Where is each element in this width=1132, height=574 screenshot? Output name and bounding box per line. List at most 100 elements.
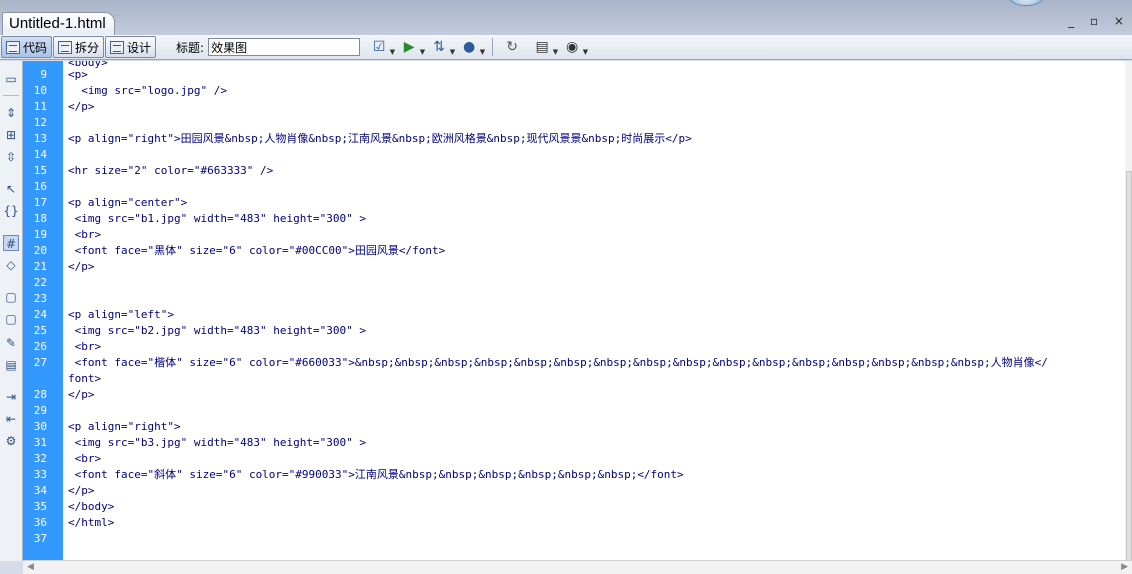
app-orb-icon bbox=[1008, 0, 1044, 6]
code-editor[interactable]: <body> <p> <img src="logo.jpg" /> </p> <p … bbox=[63, 61, 1125, 560]
line-number: 37 bbox=[33, 532, 47, 545]
code-line: <img src="b3.jpg" width="483" height="30… bbox=[68, 436, 367, 449]
code-line: </p> bbox=[68, 100, 95, 113]
line-number: 24 bbox=[33, 308, 47, 321]
scroll-right-icon[interactable]: ▶ bbox=[1121, 562, 1128, 572]
line-number: 29 bbox=[33, 404, 47, 417]
collapse-selection-icon[interactable]: ⊞ bbox=[3, 127, 19, 143]
line-number: 30 bbox=[33, 420, 47, 433]
code-line: font> bbox=[68, 372, 102, 385]
document-tab-bar: Untitled-1.html _ ▫ × bbox=[0, 0, 1132, 35]
line-number: 36 bbox=[33, 516, 47, 529]
vertical-scroll-thumb[interactable] bbox=[1126, 171, 1132, 561]
window-controls[interactable]: _ ▫ × bbox=[1068, 14, 1130, 28]
line-number: 31 bbox=[33, 436, 47, 449]
code-line: <font face="黑体" size="6" color="#00CC00"… bbox=[68, 244, 446, 257]
remove-comment-icon[interactable]: ▢ bbox=[3, 311, 19, 327]
code-line: <img src="logo.jpg" /> bbox=[68, 84, 227, 97]
toolbar-divider bbox=[492, 38, 494, 56]
line-number: 14 bbox=[33, 148, 47, 161]
browser-check-icon[interactable]: ● ▼ bbox=[458, 37, 485, 57]
code-line: <br> bbox=[68, 228, 102, 241]
code-line: <img src="b1.jpg" width="483" height="30… bbox=[68, 212, 367, 225]
document-tab[interactable]: Untitled-1.html bbox=[2, 12, 115, 35]
code-view-icon bbox=[6, 40, 20, 54]
line-number: 35 bbox=[33, 500, 47, 513]
title-input[interactable] bbox=[208, 38, 361, 56]
code-line: <br> bbox=[68, 452, 102, 465]
line-number: 16 bbox=[33, 180, 47, 193]
highlight-invalid-icon[interactable]: ◇ bbox=[3, 257, 19, 273]
validate-icon[interactable]: ☑ ▼ bbox=[368, 37, 395, 57]
line-number: 25 bbox=[33, 324, 47, 337]
scroll-left-icon[interactable]: ◀ bbox=[27, 562, 34, 572]
document-toolbar: 代码 拆分 设计 标题: ☑▼ ▶▼ ⇅▼ ●▼ ↻ ▤▼ ◉▼ bbox=[0, 35, 1132, 60]
line-number: 27 bbox=[33, 356, 47, 369]
line-number: 32 bbox=[33, 452, 47, 465]
code-line: <p align="center"> bbox=[68, 196, 188, 209]
split-view-label: 拆分 bbox=[75, 40, 100, 55]
indent-icon[interactable]: ⇥ bbox=[3, 389, 19, 405]
balance-braces-icon[interactable]: {} bbox=[3, 203, 19, 219]
open-documents-icon[interactable]: ▭ bbox=[3, 71, 19, 87]
code-line: <font face="斜体" size="6" color="#990033"… bbox=[68, 468, 684, 481]
wrap-tag-icon[interactable]: ✎ bbox=[3, 335, 19, 351]
line-number: 28 bbox=[33, 388, 47, 401]
code-line: </p> bbox=[68, 484, 95, 497]
horizontal-scrollbar[interactable]: ◀ ▶ bbox=[23, 560, 1132, 574]
line-number: 19 bbox=[33, 228, 47, 241]
toolbar-divider bbox=[3, 95, 19, 96]
expand-all-icon[interactable]: ⇳ bbox=[3, 149, 19, 165]
line-number: 18 bbox=[33, 212, 47, 225]
design-view-icon bbox=[110, 40, 125, 54]
line-number: 20 bbox=[33, 244, 47, 257]
line-number: 11 bbox=[33, 100, 47, 113]
code-line: <p align="right"> bbox=[68, 420, 181, 433]
code-line: </body> bbox=[68, 500, 115, 513]
code-line: <font face="楷体" size="6" color="#660033"… bbox=[68, 356, 1048, 369]
code-line: <p align="left"> bbox=[68, 308, 174, 321]
line-number: 34 bbox=[33, 484, 47, 497]
apply-comment-icon[interactable]: ▢ bbox=[3, 289, 19, 305]
vertical-scrollbar[interactable] bbox=[1125, 61, 1132, 561]
code-line: <img src="b2.jpg" width="483" height="30… bbox=[68, 324, 367, 337]
view-options-icon[interactable]: ▤ ▼ bbox=[531, 37, 558, 57]
line-numbers-icon[interactable]: # bbox=[3, 235, 19, 251]
coding-toolbar: ▭ ⇕ ⊞ ⇳ ↖ {} # ◇ ▢ ▢ ✎ ▤ ⇥ ⇤ ⚙ bbox=[0, 61, 23, 561]
code-line: </p> bbox=[68, 388, 95, 401]
file-transfer-icon[interactable]: ⇅ ▼ bbox=[428, 37, 455, 57]
code-view-button[interactable]: 代码 bbox=[1, 36, 53, 58]
line-number: 13 bbox=[33, 132, 47, 145]
line-number: 33 bbox=[33, 468, 47, 481]
line-number: 9 bbox=[40, 68, 47, 81]
split-view-icon bbox=[58, 40, 73, 54]
design-view-button[interactable]: 设计 bbox=[105, 36, 157, 58]
code-line: <hr size="2" color="#663333" /> bbox=[68, 164, 274, 177]
preview-icon[interactable]: ▶ ▼ bbox=[398, 37, 425, 57]
line-number: 17 bbox=[33, 196, 47, 209]
line-number: 15 bbox=[33, 164, 47, 177]
title-label: 标题: bbox=[176, 40, 205, 55]
line-number: 10 bbox=[33, 84, 47, 97]
visual-aids-icon[interactable]: ◉ ▼ bbox=[561, 37, 588, 57]
line-number: 21 bbox=[33, 260, 47, 273]
recent-snippets-icon[interactable]: ▤ bbox=[3, 357, 19, 373]
collapse-tag-icon[interactable]: ⇕ bbox=[3, 105, 19, 121]
code-line: <br> bbox=[68, 340, 102, 353]
line-number: 12 bbox=[33, 116, 47, 129]
refresh-icon[interactable]: ↻ bbox=[501, 37, 523, 57]
outdent-icon[interactable]: ⇤ bbox=[3, 411, 19, 427]
code-line: <p align="right">田园风景&nbsp;人物肖像&nbsp;江南风… bbox=[68, 132, 692, 145]
code-view-label: 代码 bbox=[23, 40, 48, 55]
format-source-icon[interactable]: ⚙ bbox=[3, 433, 19, 449]
line-number: 22 bbox=[33, 276, 47, 289]
code-line: </p> bbox=[68, 260, 95, 273]
code-line: </html> bbox=[68, 516, 115, 529]
line-number: 26 bbox=[33, 340, 47, 353]
select-parent-icon[interactable]: ↖ bbox=[3, 181, 19, 197]
design-view-label: 设计 bbox=[127, 40, 152, 55]
split-view-button[interactable]: 拆分 bbox=[53, 36, 105, 58]
line-number-gutter: 9 10 11 12 13 14 15 16 17 18 19 20 21 22 23 24 25 26 27 28 2… bbox=[23, 61, 63, 560]
code-line: <p> bbox=[68, 68, 88, 81]
line-number: 23 bbox=[33, 292, 47, 305]
